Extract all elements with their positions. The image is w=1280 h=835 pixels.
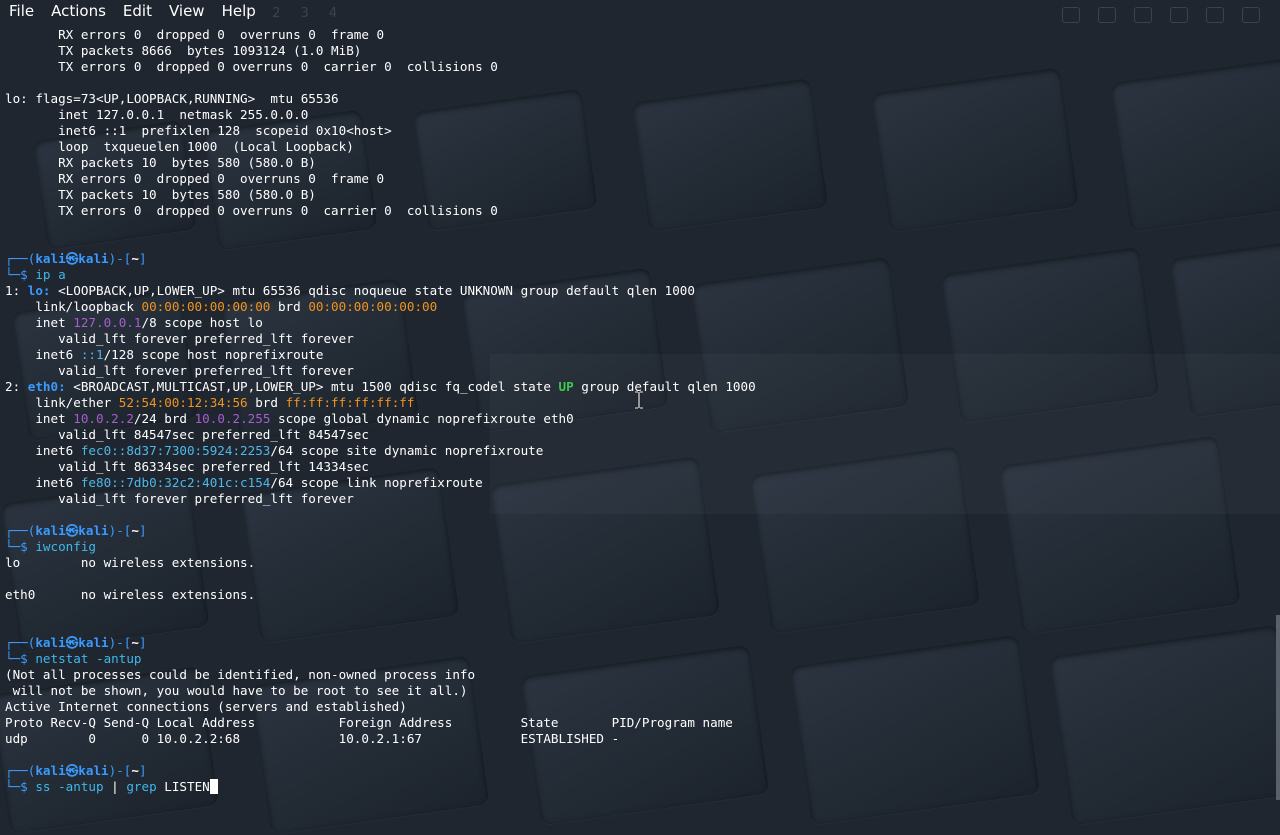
terminal-line: 1: lo: <LOOPBACK,UP,LOWER_UP> mtu 65536 … bbox=[5, 283, 695, 298]
shell-prompt-line: ┌──(kali㉿kali)-[~] bbox=[5, 251, 147, 266]
terminal-line: Active Internet connections (servers and… bbox=[5, 699, 407, 714]
terminal-line: └─$ ip a bbox=[5, 267, 66, 282]
terminal-line: loop txqueuelen 1000 (Local Loopback) bbox=[5, 139, 354, 154]
shell-prompt-line: ┌──(kali㉿kali)-[~] bbox=[5, 523, 147, 538]
terminal-line: lo: flags=73<UP,LOOPBACK,RUNNING> mtu 65… bbox=[5, 91, 339, 106]
terminal-line: Proto Recv-Q Send-Q Local Address Foreig… bbox=[5, 715, 733, 730]
menu-actions[interactable]: Actions bbox=[42, 0, 114, 22]
terminal-line: TX packets 10 bytes 580 (580.0 B) bbox=[5, 187, 316, 202]
terminal-line: RX packets 10 bytes 580 (580.0 B) bbox=[5, 155, 316, 170]
menu-view[interactable]: View bbox=[160, 0, 213, 22]
shell-prompt-line: ┌──(kali㉿kali)-[~] bbox=[5, 763, 147, 778]
shell-prompt-line: ┌──(kali㉿kali)-[~] bbox=[5, 635, 147, 650]
terminal-scrollbar[interactable] bbox=[1276, 615, 1280, 800]
terminal-line: will not be shown, you would have to be … bbox=[5, 683, 468, 698]
terminal-line: TX errors 0 dropped 0 overruns 0 carrier… bbox=[5, 203, 498, 218]
terminal-line: RX errors 0 dropped 0 overruns 0 frame 0 bbox=[5, 171, 385, 186]
terminal-menubar: File Actions Edit View Help bbox=[0, 0, 1280, 22]
terminal-line: inet6 fec0::8d37:7300:5924:2253/64 scope… bbox=[5, 443, 544, 458]
terminal-line: RX errors 0 dropped 0 overruns 0 frame 0 bbox=[5, 27, 385, 42]
terminal-line: inet6 ::1/128 scope host noprefixroute bbox=[5, 347, 324, 362]
terminal-line: valid_lft forever preferred_lft forever bbox=[5, 363, 354, 378]
terminal-line: inet6 fe80::7db0:32c2:401c:c154/64 scope… bbox=[5, 475, 483, 490]
terminal-line: valid_lft 86334sec preferred_lft 14334se… bbox=[5, 459, 369, 474]
menu-help[interactable]: Help bbox=[213, 0, 264, 22]
terminal-line: TX errors 0 dropped 0 overruns 0 carrier… bbox=[5, 59, 498, 74]
terminal-line: link/loopback 00:00:00:00:00:00 brd 00:0… bbox=[5, 299, 438, 314]
terminal-line: inet 10.0.2.2/24 brd 10.0.2.255 scope gl… bbox=[5, 411, 574, 426]
terminal-line: └─$ netstat -antup bbox=[5, 651, 142, 666]
menu-edit[interactable]: Edit bbox=[114, 0, 160, 22]
terminal-line: └─$ ss -antup | grep LISTEN bbox=[0, 779, 1280, 795]
text-cursor-ibeam-icon bbox=[635, 391, 643, 409]
terminal-line: valid_lft 84547sec preferred_lft 84547se… bbox=[5, 427, 369, 442]
terminal-line: eth0 no wireless extensions. bbox=[5, 587, 256, 602]
terminal-line: inet 127.0.0.1/8 scope host lo bbox=[5, 315, 263, 330]
terminal-line: inet 127.0.0.1 netmask 255.0.0.0 bbox=[5, 107, 309, 122]
terminal-line: lo no wireless extensions. bbox=[5, 555, 256, 570]
terminal-line: udp 0 0 10.0.2.2:68 10.0.2.1:67 ESTABLIS… bbox=[5, 731, 620, 746]
terminal-output[interactable]: RX errors 0 dropped 0 overruns 0 frame 0… bbox=[0, 27, 1280, 800]
menu-file[interactable]: File bbox=[0, 0, 42, 22]
terminal-line: valid_lft forever preferred_lft forever bbox=[5, 331, 354, 346]
terminal-line: TX packets 8666 bytes 1093124 (1.0 MiB) bbox=[5, 43, 362, 58]
terminal-line: inet6 ::1 prefixlen 128 scopeid 0x10<hos… bbox=[5, 123, 392, 138]
terminal-line: valid_lft forever preferred_lft forever bbox=[5, 491, 354, 506]
terminal-block-cursor bbox=[209, 779, 218, 794]
terminal-line: (Not all processes could be identified, … bbox=[5, 667, 476, 682]
terminal-line: └─$ iwconfig bbox=[5, 539, 97, 554]
